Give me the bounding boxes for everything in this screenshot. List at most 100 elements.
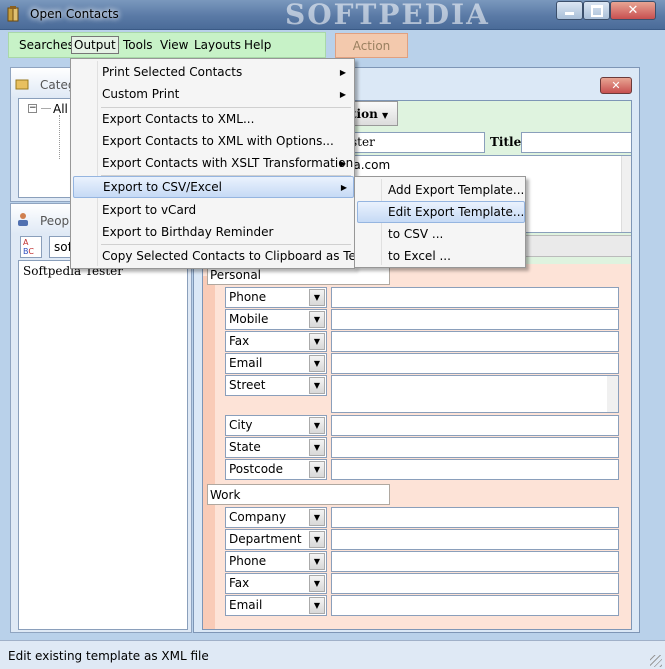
sort-abc-icon[interactable]: A BC: [20, 236, 42, 258]
menu-view[interactable]: View: [160, 38, 188, 52]
chevron-down-icon[interactable]: ▼: [309, 417, 325, 434]
personal-field-type[interactable]: Email ▼: [225, 353, 327, 374]
combo-value: City: [229, 418, 253, 432]
menu-item-export-vcard[interactable]: Export to vCard: [73, 199, 352, 221]
close-button[interactable]: ✕: [610, 1, 656, 20]
personal-field-type[interactable]: Phone ▼: [225, 287, 327, 308]
menu-output[interactable]: Output: [71, 36, 119, 54]
name-field[interactable]: ster: [348, 132, 485, 153]
output-menu: Print Selected Contacts ▶ Custom Print ▶ E…: [70, 58, 368, 269]
combo-value: Fax: [229, 576, 250, 590]
menu-item-to-csv[interactable]: to CSV ...: [357, 223, 523, 245]
combo-value: Email: [229, 598, 263, 612]
submenu-arrow-icon: ▶: [339, 89, 346, 99]
chevron-down-icon[interactable]: ▼: [309, 531, 325, 548]
chevron-down-icon[interactable]: ▼: [309, 377, 325, 394]
personal-field-type[interactable]: Fax ▼: [225, 331, 327, 352]
menu-item-edit-template[interactable]: Edit Export Template...: [357, 201, 525, 223]
status-text: Edit existing template as XML file: [8, 649, 209, 663]
menu-item-label: Export Contacts to XML...: [102, 112, 255, 126]
maximize-icon: [590, 4, 603, 17]
chevron-down-icon: ▼: [382, 110, 389, 120]
fax-field[interactable]: [331, 331, 619, 352]
personal-field-type[interactable]: City ▼: [225, 415, 327, 436]
combo-value: Fax: [229, 334, 250, 348]
minimize-button[interactable]: [556, 1, 583, 20]
menu-item-export-birthday[interactable]: Export to Birthday Reminder: [73, 221, 352, 243]
combo-value: Company: [229, 510, 287, 524]
chevron-down-icon[interactable]: ▼: [309, 509, 325, 526]
personal-field-type[interactable]: Postcode ▼: [225, 459, 327, 480]
combo-value: Phone: [229, 290, 267, 304]
work-phone-field[interactable]: [331, 551, 619, 572]
scrollbar[interactable]: [607, 376, 618, 412]
chevron-down-icon[interactable]: ▼: [309, 333, 325, 350]
department-field[interactable]: [331, 529, 619, 550]
personal-field-type[interactable]: Mobile ▼: [225, 309, 327, 330]
work-fax-field[interactable]: [331, 573, 619, 594]
combo-value: Postcode: [229, 462, 284, 476]
combo-value: Department: [229, 532, 302, 546]
company-field[interactable]: [331, 507, 619, 528]
scrollbar[interactable]: [621, 156, 631, 232]
close-icon: ✕: [627, 3, 639, 18]
status-bar: Edit existing template as XML file: [0, 640, 665, 669]
minimize-icon: [565, 12, 574, 15]
menu-item-export-xml[interactable]: Export Contacts to XML...: [73, 108, 352, 130]
state-field[interactable]: [331, 437, 619, 458]
menu-item-export-xslt[interactable]: Export Contacts with XSLT Transformation…: [73, 152, 353, 174]
title-field[interactable]: [521, 132, 631, 153]
folder-icon: [15, 79, 29, 90]
postcode-field[interactable]: [331, 459, 619, 480]
address-strip: [203, 276, 215, 629]
personal-field-type[interactable]: Street ▼: [225, 375, 327, 396]
city-field[interactable]: [331, 415, 619, 436]
menu-help[interactable]: Help: [244, 38, 271, 52]
email-field[interactable]: [331, 353, 619, 374]
street-field[interactable]: [331, 375, 619, 413]
mobile-field[interactable]: [331, 309, 619, 330]
chevron-down-icon[interactable]: ▼: [309, 439, 325, 456]
people-icon: [18, 213, 28, 226]
menu-tools[interactable]: Tools: [123, 38, 153, 52]
chevron-down-icon[interactable]: ▼: [309, 461, 325, 478]
work-email-field[interactable]: [331, 595, 619, 616]
work-field-type[interactable]: Fax ▼: [225, 573, 327, 594]
resize-grip[interactable]: [650, 655, 662, 667]
menu-item-label: Export to CSV/Excel: [103, 180, 222, 194]
menu-item-label: to CSV ...: [388, 227, 444, 241]
detail-close-button[interactable]: ✕: [600, 77, 632, 94]
collapse-icon[interactable]: −: [28, 104, 37, 113]
menu-item-export-csv-excel[interactable]: Export to CSV/Excel ▶: [73, 176, 354, 198]
chevron-down-icon[interactable]: ▼: [309, 597, 325, 614]
maximize-button[interactable]: [583, 1, 610, 20]
menu-searches[interactable]: Searches: [19, 38, 74, 52]
chevron-down-icon[interactable]: ▼: [309, 289, 325, 306]
chevron-down-icon[interactable]: ▼: [309, 553, 325, 570]
action-button[interactable]: Action: [335, 33, 408, 58]
menu-item-export-xml-options[interactable]: Export Contacts to XML with Options...: [73, 130, 352, 152]
close-icon: ✕: [611, 79, 621, 92]
work-field-type[interactable]: Company ▼: [225, 507, 327, 528]
work-field-type[interactable]: Phone ▼: [225, 551, 327, 572]
menu-item-custom-print[interactable]: Custom Print ▶: [73, 83, 352, 105]
menu-item-to-excel[interactable]: to Excel ...: [357, 245, 523, 267]
detail-tab[interactable]: tion ▼: [348, 101, 398, 126]
phone-field[interactable]: [331, 287, 619, 308]
menu-item-print-selected[interactable]: Print Selected Contacts ▶: [73, 61, 352, 83]
personal-field-type[interactable]: State ▼: [225, 437, 327, 458]
tree-item-all[interactable]: All: [53, 102, 68, 116]
combo-value: Phone: [229, 554, 267, 568]
chevron-down-icon[interactable]: ▼: [309, 311, 325, 328]
menu-item-copy-clipboard[interactable]: Copy Selected Contacts to Clipboard as T…: [73, 245, 368, 267]
title-bar: Open Contacts SOFTPEDIA ✕: [0, 0, 665, 31]
menu-layouts[interactable]: Layouts: [194, 38, 241, 52]
menu-item-add-template[interactable]: Add Export Template...: [357, 179, 524, 201]
menu-item-label: Export Contacts to XML with Options...: [102, 134, 334, 148]
work-field-type[interactable]: Department ▼: [225, 529, 327, 550]
chevron-down-icon[interactable]: ▼: [309, 355, 325, 372]
work-field-type[interactable]: Email ▼: [225, 595, 327, 616]
submenu-arrow-icon: ▶: [340, 182, 347, 192]
chevron-down-icon[interactable]: ▼: [309, 575, 325, 592]
window-title: Open Contacts: [30, 7, 119, 21]
